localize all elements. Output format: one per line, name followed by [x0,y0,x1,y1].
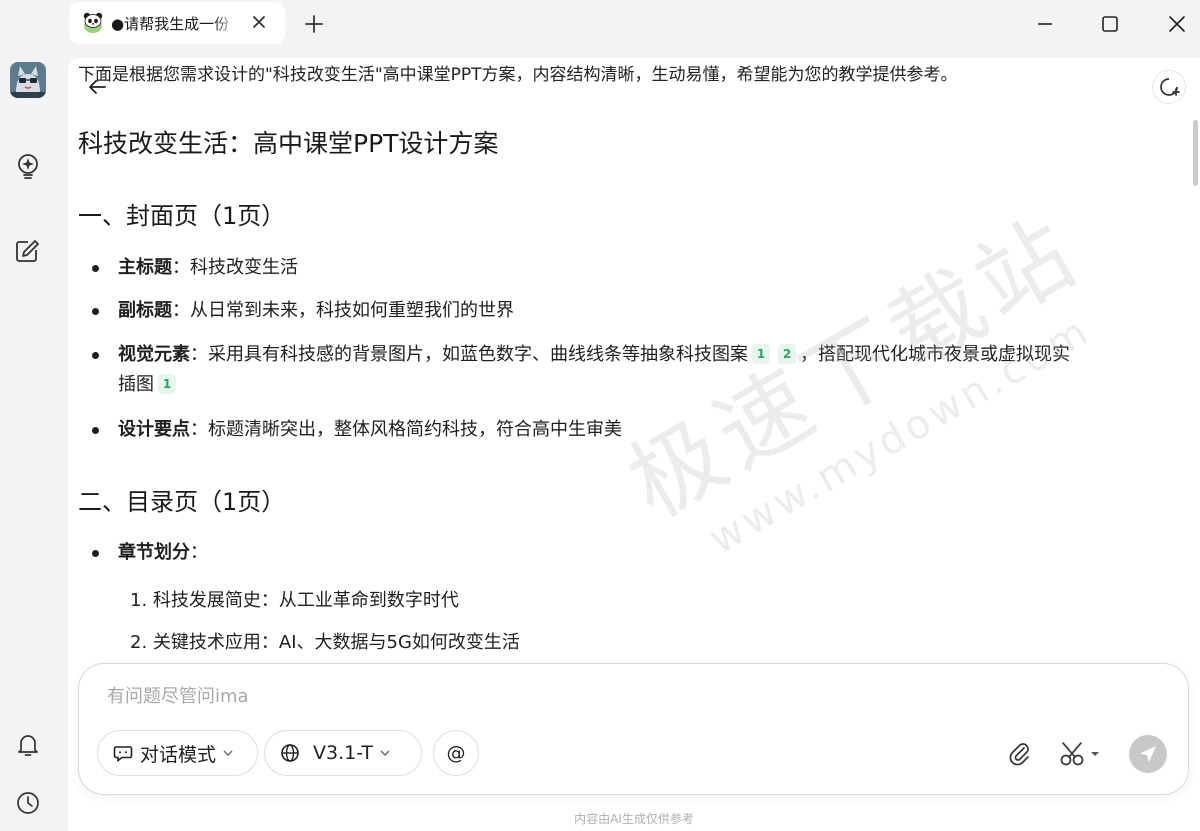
tab-title: ●请帮我生成一份 [111,14,230,33]
ordered-item: 1. 科技发展简史：从工业革命到数字时代 [130,590,459,611]
send-plane-icon [1140,746,1156,762]
bullet-text: ：采用具有科技感的背景图片，如蓝色数字、曲线线条等抽象科技图案 [190,344,748,365]
active-tab[interactable]: ●请帮我生成一份 [69,2,285,44]
minimize-icon[interactable] [1033,12,1057,36]
new-chat-button[interactable] [1152,70,1186,104]
section-heading: 二、目录页（1页） [78,488,286,516]
bullet-text: ：从日常到未来，科技如何重塑我们的世界 [172,300,514,321]
bullet-label: 章节划分 [118,542,190,563]
bullet-dot [92,265,99,272]
message-composer[interactable]: 有问题尽管问ima 对话模式 V3.1-T @ [78,663,1189,795]
citation-badge[interactable]: 1 [158,374,176,394]
bullet-dot [92,427,99,434]
section-heading: 一、封面页（1页） [78,202,286,230]
new-tab-plus-icon[interactable] [302,12,326,36]
bullet-dot [92,550,99,557]
ai-disclaimer: 内容由AI生成仅供参考 [574,812,694,826]
intro-text: 下面是根据您需求设计的"科技改变生活"高中课堂PPT方案，内容结构清晰，生动易懂… [78,65,958,85]
citation-badge[interactable]: 2 [778,344,796,364]
bullet-label: 主标题 [118,257,172,278]
bullet-text: ：科技改变生活 [172,257,298,278]
bullet-dot [92,308,99,315]
chat-mode-dropdown[interactable]: 对话模式 [97,730,258,776]
avatar-cat-icon [10,62,46,98]
clock-icon[interactable] [14,789,42,817]
back-arrow-icon[interactable] [86,76,108,98]
new-chat-bubble-icon [1160,78,1180,96]
list-item-continuation: 插图 1 [118,370,180,400]
ordered-item: 2. 关键技术应用：AI、大数据与5G如何改变生活 [130,632,520,653]
chevron-down-icon [223,750,233,756]
send-button[interactable] [1129,735,1167,773]
model-label: V3.1-T [313,742,373,764]
mention-label: @ [446,742,466,764]
bullet-text: ： [190,542,208,563]
left-rail [0,48,68,831]
bullet-dot [92,352,99,359]
attachment-clip-icon[interactable] [1007,741,1033,767]
message-input[interactable]: 有问题尽管问ima [107,682,249,708]
title-bar: ●请帮我生成一份 [0,0,1200,48]
panda-app-icon [83,12,103,33]
bullet-label: 设计要点 [118,419,190,440]
avatar[interactable] [10,62,46,98]
globe-icon [281,744,299,762]
chat-panel: 下面是根据您需求设计的"科技改变生活"高中课堂PPT方案，内容结构清晰，生动易懂… [68,58,1200,831]
scrollbar-thumb[interactable] [1193,120,1198,186]
maximize-icon[interactable] [1098,12,1122,36]
bullet-text: ：标题清晰突出，整体风格简约科技，符合高中生审美 [190,419,622,440]
bulb-sparkle-icon[interactable] [14,152,42,180]
answer-content: 下面是根据您需求设计的"科技改变生活"高中课堂PPT方案，内容结构清晰，生动易懂… [78,58,1188,653]
bell-icon[interactable] [14,731,42,759]
answer-title: 科技改变生活：高中课堂PPT设计方案 [78,129,499,158]
screenshot-scissors-icon[interactable] [1059,740,1103,768]
chat-mode-label: 对话模式 [140,743,217,766]
model-dropdown[interactable]: V3.1-T [264,730,422,776]
close-window-icon[interactable] [1165,12,1189,36]
citation-badge[interactable]: 1 [752,344,770,364]
chevron-down-icon [380,750,390,756]
edit-square-icon[interactable] [14,236,42,264]
watermark: 极速下载站 www.mydown.com [601,148,1188,653]
watermark-url: www.mydown.com [701,307,1099,564]
bullet-text: 插图 [118,374,154,395]
bullet-label: 副标题 [118,300,172,321]
bullet-label: 视觉元素 [118,344,190,365]
chat-bubble-icon [113,746,133,763]
mention-button[interactable]: @ [433,730,479,776]
close-tab-icon[interactable] [249,12,269,32]
bullet-text: ，搭配现代化城市夜景或虚拟现实 [800,344,1070,365]
